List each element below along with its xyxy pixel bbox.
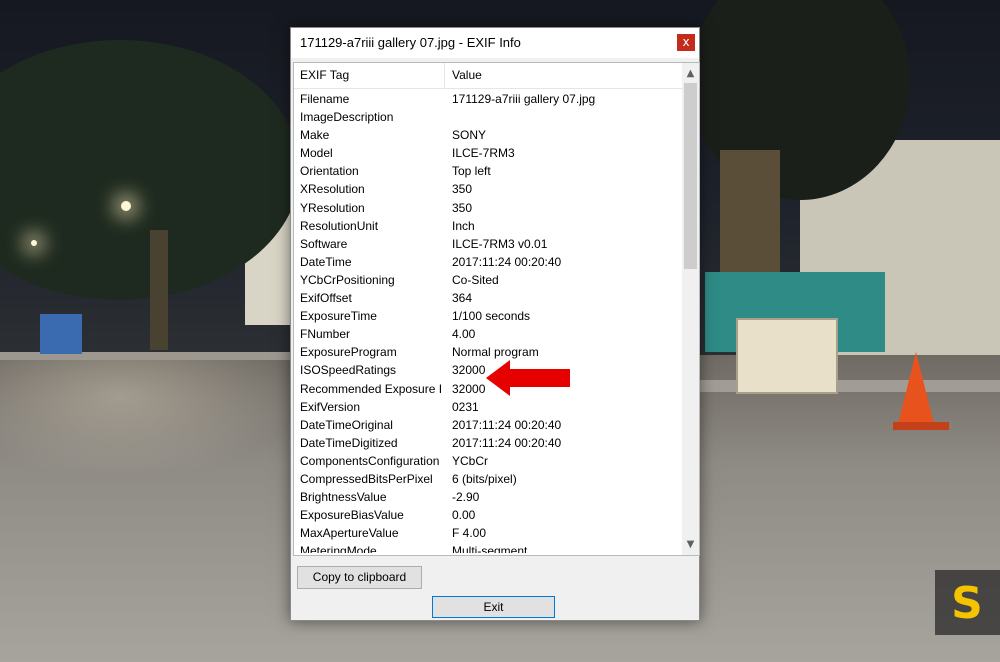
table-row[interactable]: DateTimeOriginal 2017:11:24 00:20:40: [294, 416, 682, 434]
table-row[interactable]: DateTime 2017:11:24 00:20:40: [294, 253, 682, 271]
table-row[interactable]: ComponentsConfiguration YCbCr: [294, 452, 682, 470]
exif-tag-cell: Filename: [300, 92, 350, 106]
exif-tag-cell: YResolution: [300, 200, 365, 215]
exif-tag-cell: DateTime: [300, 254, 352, 269]
exif-value-cell: Multi-segment: [452, 544, 528, 553]
exif-value-cell: SONY: [452, 128, 487, 143]
title-bar: 171129-a7riii gallery 07.jpg - EXIF Info…: [291, 28, 699, 58]
table-row[interactable]: CompressedBitsPerPixel 6 (bits/pixel): [294, 470, 682, 488]
exif-value-cell: 350: [452, 200, 473, 215]
exif-tag-cell: ExposureProgram: [300, 345, 397, 360]
table-row[interactable]: ExposureProgram Normal program: [294, 343, 682, 361]
table-row[interactable]: MeteringMode Multi-segment: [294, 542, 682, 553]
street-lamp: [121, 201, 131, 211]
brand-logo-mark: S: [951, 578, 983, 629]
table-row[interactable]: ResolutionUnit Inch: [294, 217, 682, 235]
traffic-cone-base: [893, 422, 949, 430]
exif-value-cell: 2017:11:24 00:20:40: [452, 417, 562, 432]
exif-tag-cell: ImageDescription: [300, 110, 394, 125]
exif-info-dialog: 171129-a7riii gallery 07.jpg - EXIF Info…: [290, 27, 700, 621]
vertical-scrollbar[interactable]: ▲ ▼: [682, 63, 699, 555]
exif-tag-cell: ResolutionUnit: [300, 218, 379, 233]
table-row[interactable]: Make SONY: [294, 126, 682, 144]
table-row[interactable]: FNumber 4.00: [294, 325, 682, 343]
street-lamp-far: [31, 240, 37, 246]
water-tank: [736, 318, 838, 394]
scrollbar-thumb[interactable]: [684, 83, 697, 269]
exif-value-cell: ILCE-7RM3: [452, 146, 515, 161]
table-row[interactable]: YCbCrPositioning Co-Sited: [294, 271, 682, 289]
table-row[interactable]: ImageDescription: [294, 108, 682, 126]
exif-value-cell: 364: [452, 291, 473, 306]
exif-tag-cell: ComponentsConfiguration: [300, 453, 440, 468]
table-row[interactable]: MaxApertureValue F 4.00: [294, 524, 682, 542]
chevron-down-icon[interactable]: ▼: [682, 536, 699, 553]
table-row[interactable]: YResolution 350: [294, 199, 682, 217]
exif-value-cell: Top left: [452, 164, 491, 179]
exif-value-cell: YCbCr: [452, 453, 489, 468]
table-row[interactable]: Filename 171129-a7riii gallery 07.jpg: [294, 90, 682, 108]
table-body: Filename 171129-a7riii gallery 07.jpg Imag…: [294, 90, 682, 553]
column-divider[interactable]: [444, 63, 445, 88]
exif-value-cell: 6 (bits/pixel): [452, 471, 517, 486]
table-row[interactable]: DateTimeDigitized 2017:11:24 00:20:40: [294, 434, 682, 452]
table-row[interactable]: ExposureTime 1/100 seconds: [294, 307, 682, 325]
table-row[interactable]: ExifOffset 364: [294, 289, 682, 307]
exif-value-cell: Normal program: [452, 345, 539, 360]
close-button[interactable]: x: [677, 34, 695, 51]
table-row[interactable]: Model ILCE-7RM3: [294, 144, 682, 162]
bus: [40, 314, 82, 354]
exif-tag-cell: CompressedBitsPerPixel: [300, 471, 433, 486]
exif-table[interactable]: EXIF Tag Value Filename 171129-a7riii gal…: [293, 62, 700, 556]
column-header-value[interactable]: Value: [452, 68, 482, 82]
exif-tag-cell: MaxApertureValue: [300, 526, 399, 541]
table-row[interactable]: ExposureBiasValue 0.00: [294, 506, 682, 524]
exif-tag-cell: YCbCrPositioning: [300, 272, 395, 287]
exif-tag-cell: ExposureBiasValue: [300, 508, 404, 523]
traffic-cone: [898, 352, 934, 424]
exif-value-cell: 2017:11:24 00:20:40: [452, 254, 562, 269]
exif-tag-cell: XResolution: [300, 182, 365, 197]
table-row[interactable]: Software ILCE-7RM3 v0.01: [294, 235, 682, 253]
exif-tag-cell: MeteringMode: [300, 544, 377, 553]
exif-tag-cell: FNumber: [300, 327, 351, 342]
exif-tag-cell: Orientation: [300, 164, 359, 179]
column-header-tag[interactable]: EXIF Tag: [300, 68, 349, 82]
exif-tag-cell: DateTimeDigitized: [300, 435, 398, 450]
exif-tag-cell: DateTimeOriginal: [300, 417, 393, 432]
exif-value-cell: 1/100 seconds: [452, 309, 531, 324]
table-row[interactable]: BrightnessValue -2.90: [294, 488, 682, 506]
exif-value-cell: 4.00: [452, 327, 476, 342]
arrow-left-icon: [486, 360, 570, 396]
exif-value-cell: 2017:11:24 00:20:40: [452, 435, 562, 450]
exif-tag-cell: Make: [300, 128, 330, 143]
wet-road-reflection: [0, 360, 300, 480]
tree-trunk-left: [150, 230, 168, 350]
exif-tag-cell: Model: [300, 146, 333, 161]
exif-value-cell: Co-Sited: [452, 272, 499, 287]
exif-tag-cell: ExifVersion: [300, 399, 361, 414]
chevron-up-icon[interactable]: ▲: [682, 65, 699, 82]
exif-tag-cell: BrightnessValue: [300, 490, 387, 505]
exif-value-cell: -2.90: [452, 490, 480, 505]
table-row[interactable]: ExifVersion 0231: [294, 398, 682, 416]
exif-value-cell: Inch: [452, 218, 475, 233]
exif-tag-cell: ExposureTime: [300, 309, 377, 324]
exif-value-cell: 350: [452, 182, 473, 197]
exif-tag-cell: Software: [300, 236, 348, 251]
exif-value-cell: F 4.00: [452, 526, 487, 541]
table-header: EXIF Tag Value: [294, 63, 682, 89]
copy-to-clipboard-button[interactable]: Copy to clipboard: [297, 566, 422, 589]
window-title: 171129-a7riii gallery 07.jpg - EXIF Info: [300, 35, 521, 50]
exif-tag-cell: ExifOffset: [300, 291, 352, 306]
exif-value-cell: 0231: [452, 399, 479, 414]
exif-value-cell: 171129-a7riii gallery 07.jpg: [452, 92, 596, 106]
exif-tag-cell: Recommended Exposure I...: [300, 381, 443, 396]
table-row[interactable]: XResolution 350: [294, 180, 682, 198]
table-row[interactable]: Orientation Top left: [294, 162, 682, 180]
exif-value-cell: 0.00: [452, 508, 476, 523]
exit-button[interactable]: Exit: [432, 596, 555, 618]
exif-tag-cell: ISOSpeedRatings: [300, 363, 397, 378]
exif-value-cell: ILCE-7RM3 v0.01: [452, 236, 548, 251]
